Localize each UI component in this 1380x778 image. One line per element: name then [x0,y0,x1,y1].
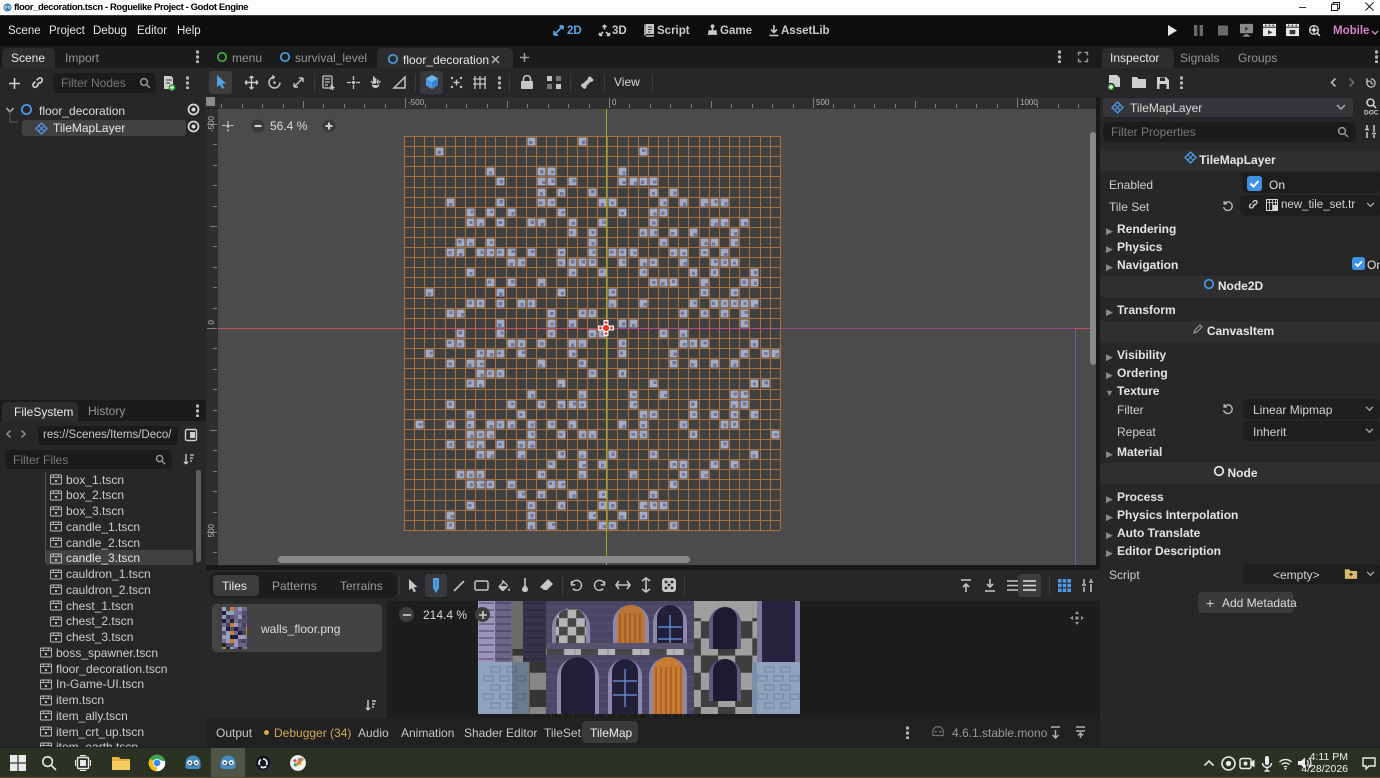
svg-text:-500: -500 [207,115,216,132]
svg-text:0: 0 [612,98,617,107]
svg-text:-500: -500 [408,98,425,107]
svg-text:500: 500 [816,98,830,107]
svg-text:500: 500 [207,523,216,537]
svg-text:56.4 %: 56.4 % [270,119,308,133]
svg-text:0: 0 [207,319,216,324]
svg-text:1000: 1000 [1020,98,1038,107]
svg-text:DOC: DOC [1364,110,1378,117]
